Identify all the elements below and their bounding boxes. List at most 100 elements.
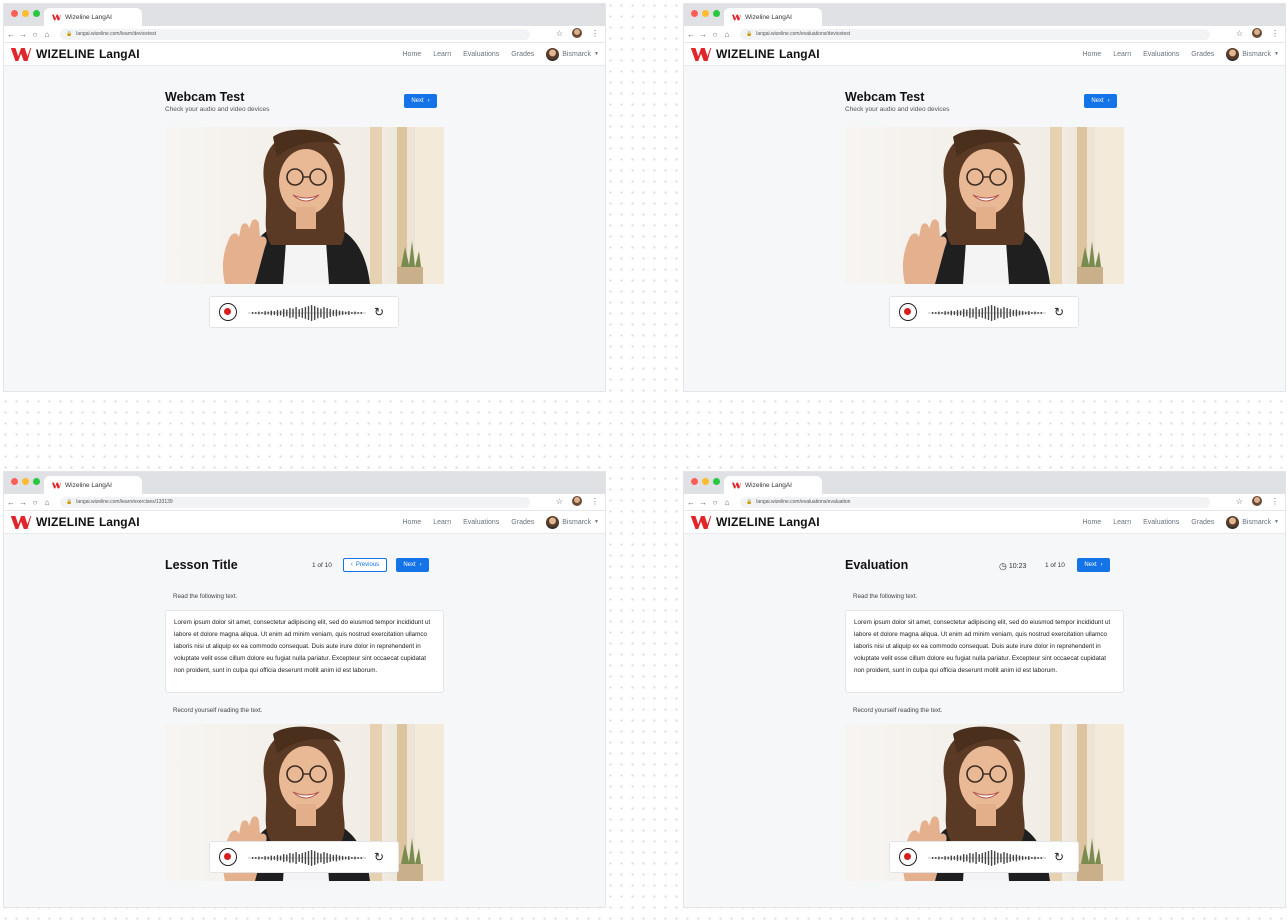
bookmark-star-icon[interactable]: ☆	[1236, 497, 1243, 506]
nav-evaluations[interactable]: Evaluations	[1143, 519, 1179, 526]
home-icon[interactable]: ⌂	[722, 498, 732, 507]
app-logo[interactable]: WIZELINE LangAI	[690, 47, 820, 61]
url-field[interactable]: 🔒 langai.wizeline.com/learn/devicetest	[60, 28, 530, 40]
browser-tab[interactable]: Wizeline LangAI	[724, 8, 822, 26]
nav-learn[interactable]: Learn	[1113, 519, 1131, 526]
user-menu[interactable]: Bismarck ▼	[546, 47, 599, 61]
profile-avatar-icon[interactable]	[572, 28, 582, 38]
window-controls[interactable]	[11, 478, 40, 485]
app-logo[interactable]: WIZELINE LangAI	[10, 515, 140, 529]
reload-icon[interactable]: ○	[30, 30, 40, 39]
address-bar-row: ← → ○ ⌂ 🔒 langai.wizeline.com/learn/exer…	[4, 494, 605, 511]
record-icon[interactable]	[219, 848, 237, 866]
window-controls[interactable]	[11, 10, 40, 17]
app-logo[interactable]: WIZELINE LangAI	[690, 515, 820, 529]
close-window-button[interactable]	[11, 478, 18, 485]
audio-recorder: ↻	[889, 841, 1079, 873]
previous-button-label: Previous	[355, 562, 380, 568]
nav-learn[interactable]: Learn	[1113, 51, 1131, 58]
nav-evaluations[interactable]: Evaluations	[1143, 51, 1179, 58]
user-menu[interactable]: Bismarck ▼	[1226, 47, 1279, 61]
profile-avatar-icon[interactable]	[1252, 496, 1262, 506]
home-icon[interactable]: ⌂	[42, 30, 52, 39]
window-controls[interactable]	[691, 10, 720, 17]
nav-learn[interactable]: Learn	[433, 51, 451, 58]
bookmark-star-icon[interactable]: ☆	[556, 497, 563, 506]
address-bar-row: ← → ○ ⌂ 🔒 langai.wizeline.com/evaluation…	[684, 494, 1285, 511]
back-icon[interactable]: ←	[686, 498, 696, 507]
maximize-window-button[interactable]	[33, 10, 40, 17]
app-header: WIZELINE LangAI Home Learn Evaluations G…	[4, 511, 605, 534]
browser-tab[interactable]: Wizeline LangAI	[44, 8, 142, 26]
close-window-button[interactable]	[691, 10, 698, 17]
minimize-window-button[interactable]	[22, 478, 29, 485]
maximize-window-button[interactable]	[33, 478, 40, 485]
browser-menu-icon[interactable]: ⋮	[1271, 29, 1279, 38]
back-icon[interactable]: ←	[6, 30, 16, 39]
profile-avatar-icon[interactable]	[1252, 28, 1262, 38]
nav-grades[interactable]: Grades	[1191, 519, 1214, 526]
browser-tab[interactable]: Wizeline LangAI	[724, 476, 822, 494]
user-avatar	[546, 47, 560, 61]
next-button[interactable]: Next ›	[404, 94, 437, 108]
nav-home[interactable]: Home	[1083, 519, 1102, 526]
bookmark-star-icon[interactable]: ☆	[1236, 29, 1243, 38]
url-field[interactable]: 🔒 langai.wizeline.com/learn/exercises/13…	[60, 496, 530, 508]
forward-icon[interactable]: →	[18, 30, 28, 39]
record-icon[interactable]	[899, 303, 917, 321]
browser-menu-icon[interactable]: ⋮	[591, 29, 599, 38]
back-icon[interactable]: ←	[6, 498, 16, 507]
minimize-window-button[interactable]	[702, 10, 709, 17]
next-button[interactable]: Next ›	[1084, 94, 1117, 108]
reset-icon[interactable]: ↻	[1054, 305, 1064, 319]
browser-menu-icon[interactable]: ⋮	[1271, 497, 1279, 506]
nav-home[interactable]: Home	[403, 51, 422, 58]
close-window-button[interactable]	[691, 478, 698, 485]
forward-icon[interactable]: →	[698, 30, 708, 39]
nav-home[interactable]: Home	[1083, 51, 1102, 58]
previous-button[interactable]: ‹ Previous	[343, 558, 387, 572]
app-logo[interactable]: WIZELINE LangAI	[10, 47, 140, 61]
next-button[interactable]: Next ›	[1077, 558, 1110, 572]
nav-learn[interactable]: Learn	[433, 519, 451, 526]
nav-grades[interactable]: Grades	[511, 519, 534, 526]
maximize-window-button[interactable]	[713, 478, 720, 485]
home-icon[interactable]: ⌂	[42, 498, 52, 507]
user-menu[interactable]: Bismarck ▼	[1226, 515, 1279, 529]
minimize-window-button[interactable]	[22, 10, 29, 17]
next-button-label: Next	[411, 98, 424, 104]
browser-tab[interactable]: Wizeline LangAI	[44, 476, 142, 494]
reset-icon[interactable]: ↻	[374, 305, 384, 319]
reset-icon[interactable]: ↻	[1054, 850, 1064, 864]
record-icon[interactable]	[899, 848, 917, 866]
audio-waveform-icon	[248, 850, 366, 866]
nav-evaluations[interactable]: Evaluations	[463, 519, 499, 526]
nav-home[interactable]: Home	[403, 519, 422, 526]
reset-icon[interactable]: ↻	[374, 850, 384, 864]
reload-icon[interactable]: ○	[710, 30, 720, 39]
forward-icon[interactable]: →	[698, 498, 708, 507]
close-window-button[interactable]	[11, 10, 18, 17]
profile-avatar-icon[interactable]	[572, 496, 582, 506]
forward-icon[interactable]: →	[18, 498, 28, 507]
nav-grades[interactable]: Grades	[1191, 51, 1214, 58]
minimize-window-button[interactable]	[702, 478, 709, 485]
window-controls[interactable]	[691, 478, 720, 485]
main-nav: Home Learn Evaluations Grades Bismarck ▼	[1083, 511, 1279, 533]
browser-menu-icon[interactable]: ⋮	[591, 497, 599, 506]
url-text: langai.wizeline.com/learn/exercises/1331…	[76, 499, 173, 505]
nav-grades[interactable]: Grades	[511, 51, 534, 58]
home-icon[interactable]: ⌂	[722, 30, 732, 39]
bookmark-star-icon[interactable]: ☆	[556, 29, 563, 38]
next-button[interactable]: Next ›	[396, 558, 429, 572]
url-field[interactable]: 🔒 langai.wizeline.com/evaluations/device…	[740, 28, 1210, 40]
reload-icon[interactable]: ○	[710, 498, 720, 507]
url-field[interactable]: 🔒 langai.wizeline.com/evaluations/evalua…	[740, 496, 1210, 508]
reload-icon[interactable]: ○	[30, 498, 40, 507]
chevron-right-icon: ›	[1107, 98, 1110, 104]
nav-evaluations[interactable]: Evaluations	[463, 51, 499, 58]
back-icon[interactable]: ←	[686, 30, 696, 39]
maximize-window-button[interactable]	[713, 10, 720, 17]
record-icon[interactable]	[219, 303, 237, 321]
user-menu[interactable]: Bismarck ▼	[546, 515, 599, 529]
